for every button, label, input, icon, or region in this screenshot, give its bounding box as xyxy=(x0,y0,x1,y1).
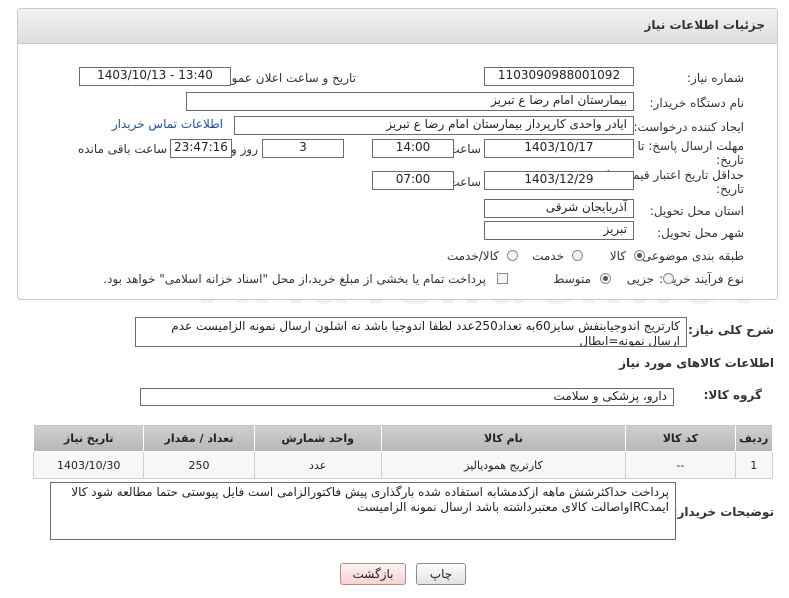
category-goods-service-radio[interactable] xyxy=(507,250,518,261)
process-minor-label: جزیی xyxy=(626,272,654,286)
col-date: تاریخ نیاز xyxy=(32,424,145,452)
cell-name: کارتریج همودیالیز xyxy=(380,451,627,479)
announce-datetime-field: 1403/10/13 - 13:40 xyxy=(79,67,231,86)
description-textarea: کارتریج اندوجیابنفش سایز60به تعداد250عدد… xyxy=(135,317,687,347)
need-number-field: 1103090988001092 xyxy=(484,67,634,86)
goods-info-title: اطلاعات کالاهای مورد نیاز xyxy=(619,356,774,370)
col-name: نام کالا xyxy=(380,424,627,452)
process-medium-label: متوسط xyxy=(553,272,591,286)
goods-table: ردیف کد کالا نام کالا واحد شمارش تعداد /… xyxy=(32,424,774,479)
category-service-radio[interactable] xyxy=(572,250,583,261)
back-button[interactable]: بازگشت xyxy=(340,563,406,585)
category-goods-radio[interactable] xyxy=(634,250,645,261)
col-row: ردیف xyxy=(734,424,774,452)
remaining-time-field: 23:47:16 xyxy=(170,139,232,158)
days-label: روز و xyxy=(231,142,258,156)
description-label: شرح کلی نیاز: xyxy=(688,323,774,337)
creator-field: ایادر واحدی کارپرداز بیمارستان امام رضا … xyxy=(234,116,634,135)
price-validity-time-field: 07:00 xyxy=(372,171,454,190)
city-label: شهر محل تحویل: xyxy=(657,226,744,240)
col-qty: تعداد / مقدار xyxy=(143,424,255,452)
price-validity-label-date: تاریخ: xyxy=(716,182,744,196)
reply-deadline-label: مهلت ارسال پاسخ: تا xyxy=(637,139,744,153)
days-remaining-field: 3 xyxy=(262,139,344,158)
remaining-time-label: ساعت باقی مانده xyxy=(77,142,167,156)
cell-unit: عدد xyxy=(253,451,382,479)
buyer-notes-label: توضیحات خریدار: xyxy=(672,505,774,519)
category-label: طبقه بندی موضوعی: xyxy=(637,249,744,263)
announce-label: تاریخ و ساعت اعلان عمومی: xyxy=(211,71,356,85)
process-minor-radio[interactable] xyxy=(663,273,674,284)
goods-group-label: گروه کالا: xyxy=(703,388,762,402)
reply-date-field: 1403/10/17 xyxy=(484,139,634,158)
province-label: استان محل تحویل: xyxy=(649,204,744,218)
category-goods-label: کالا xyxy=(609,249,626,263)
cell-row: 1 xyxy=(734,451,774,479)
col-unit: واحد شمارش xyxy=(253,424,382,452)
cell-code: -- xyxy=(625,451,736,479)
cell-date: 1403/10/30 xyxy=(32,451,145,479)
buyer-contact-link[interactable]: اطلاعات تماس خریدار xyxy=(112,117,223,131)
panel-header: جزئیات اطلاعات نیاز xyxy=(18,9,777,44)
category-service-label: خدمت xyxy=(532,249,564,263)
treasury-payment-checkbox[interactable] xyxy=(497,273,508,284)
treasury-payment-note: پرداخت تمام یا بخشی از مبلغ خرید،از محل … xyxy=(103,272,486,286)
price-validity-date-field: 1403/12/29 xyxy=(484,171,634,190)
creator-label: ایجاد کننده درخواست: xyxy=(633,120,744,134)
goods-group-field: دارو، پزشکی و سلامت xyxy=(140,388,674,406)
table-row: 1 -- کارتریج همودیالیز عدد 250 1403/10/3… xyxy=(32,451,774,479)
buyer-org-field: بیمارستان امام رضا ع تبریز xyxy=(186,92,634,111)
reply-time-field: 14:00 xyxy=(372,139,454,158)
reply-deadline-label-date: تاریخ: xyxy=(716,153,744,167)
city-field: تبریز xyxy=(484,221,634,240)
province-field: آذربایجان شرقی xyxy=(484,199,634,218)
goods-table-header: ردیف کد کالا نام کالا واحد شمارش تعداد /… xyxy=(32,424,774,452)
process-medium-radio[interactable] xyxy=(600,273,611,284)
category-goods-service-label: کالا/خدمت xyxy=(446,249,499,263)
need-number-label: شماره نیاز: xyxy=(687,71,744,85)
print-button[interactable]: چاپ xyxy=(416,563,466,585)
col-code: کد کالا xyxy=(625,424,736,452)
buyer-org-label: نام دستگاه خریدار: xyxy=(649,96,745,110)
cell-qty: 250 xyxy=(143,451,255,479)
buyer-notes-textarea: پرداخت حداکثرشش ماهه ازکدمشابه استفاده ش… xyxy=(50,482,676,540)
page-title: جزئیات اطلاعات نیاز xyxy=(644,18,765,32)
